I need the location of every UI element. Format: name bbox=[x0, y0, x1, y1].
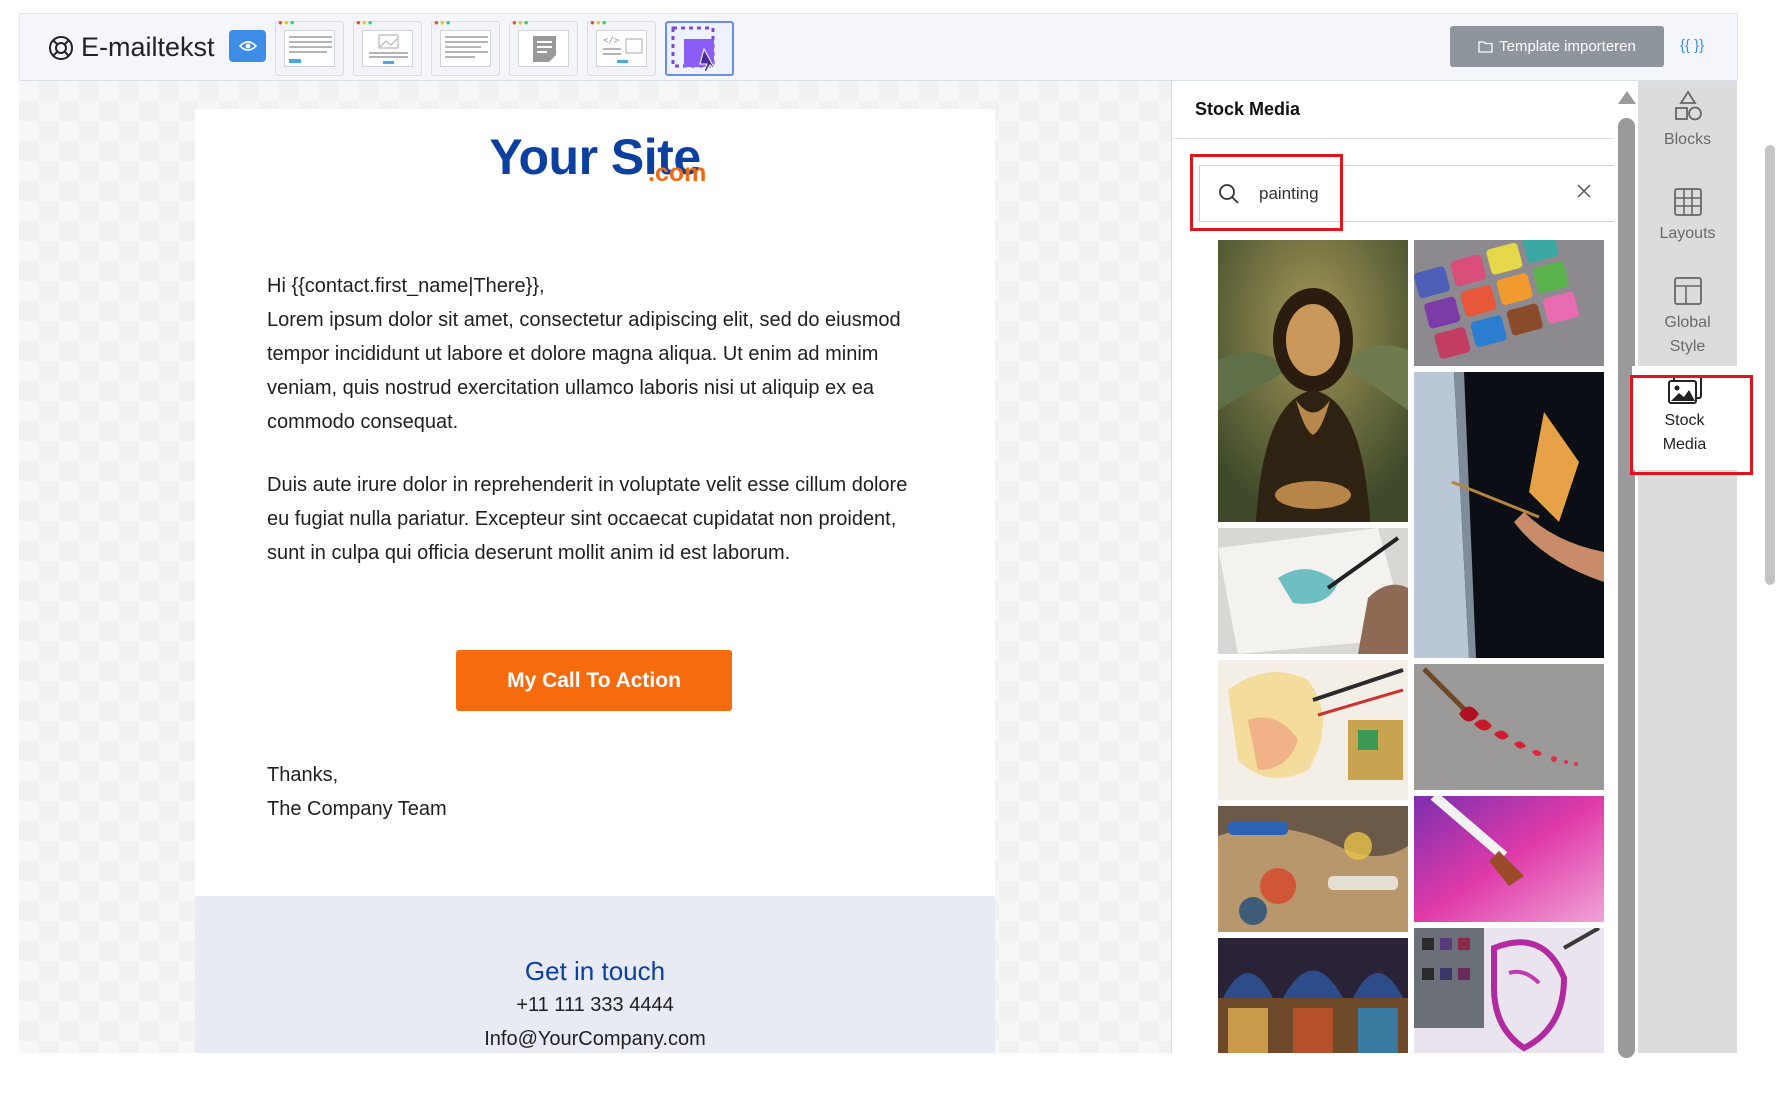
stock-media-highlight-box bbox=[1630, 375, 1753, 475]
folder-icon bbox=[1478, 41, 1493, 53]
mona-lisa-image[interactable] bbox=[1218, 240, 1408, 522]
panel-divider bbox=[1172, 138, 1614, 139]
watercolor-portrait-image[interactable] bbox=[1218, 660, 1408, 800]
email-canvas[interactable]: Your Site .com Hi {{contact.first_name|T… bbox=[19, 81, 1171, 1053]
search-highlight-box bbox=[1190, 154, 1343, 231]
page-scrollbar-thumb[interactable] bbox=[1765, 145, 1775, 585]
site-logo-text: Your Site bbox=[489, 129, 701, 185]
note-template-icon bbox=[533, 36, 556, 62]
purple-portrait-image[interactable] bbox=[1414, 928, 1604, 1053]
site-logo[interactable]: Your Site bbox=[195, 131, 995, 183]
scrollbar-thumb[interactable] bbox=[1618, 118, 1635, 1058]
call-to-action-button[interactable]: My Call To Action bbox=[456, 650, 732, 711]
pink-paint-brush-image[interactable] bbox=[1414, 796, 1604, 922]
toolbar-blocks-label: Blocks bbox=[1663, 131, 1712, 148]
template-image-text[interactable]: ●●● bbox=[353, 19, 422, 76]
artist-canvas-image[interactable] bbox=[1414, 372, 1604, 658]
media-panel-scrollbar[interactable] bbox=[1614, 81, 1638, 1058]
email-body-text[interactable]: Hi {{contact.first_name|There}}, Lorem i… bbox=[267, 269, 927, 599]
app-logo-icon bbox=[49, 36, 73, 60]
app-title: E-mailtekst bbox=[81, 32, 215, 62]
import-template-label: Template importeren bbox=[1499, 38, 1636, 55]
toolbar-layouts[interactable]: Layouts bbox=[1638, 185, 1737, 246]
layout-icon bbox=[1673, 277, 1702, 305]
footer-phone: +11 111 333 4444 bbox=[516, 994, 674, 1016]
toolbar-global-style-line2: Style bbox=[1669, 338, 1706, 355]
site-logo-suffix: .com bbox=[648, 159, 707, 187]
merge-tags-button[interactable]: {{ }} bbox=[1680, 37, 1704, 54]
template-drag-drop[interactable] bbox=[665, 21, 734, 76]
panel-title: Stock Media bbox=[1195, 99, 1301, 119]
stock-media-panel: Stock Media bbox=[1171, 81, 1614, 1053]
close-icon[interactable] bbox=[1576, 183, 1592, 199]
top-bar: E-mailtekst ●●● ●●● ●●● ●●● ●●● </> Temp… bbox=[19, 13, 1738, 81]
image-text-template-icon bbox=[369, 34, 408, 64]
toolbar-blocks[interactable]: Blocks bbox=[1638, 89, 1737, 152]
thanks-text: Thanks, bbox=[267, 764, 339, 786]
footer-email: Info@YourCompany.com bbox=[484, 1028, 706, 1050]
code-image-template-icon: </> bbox=[603, 36, 643, 63]
preview-button[interactable] bbox=[229, 30, 266, 62]
eye-icon bbox=[238, 41, 257, 51]
oil-paint-tubes-image[interactable] bbox=[1218, 806, 1408, 932]
footer-title: Get in touch bbox=[524, 956, 666, 986]
watercolor-palette-image[interactable] bbox=[1414, 240, 1604, 366]
scroll-up-arrow-icon[interactable] bbox=[1618, 91, 1636, 104]
greeting: Hi {{contact.first_name|There}}, bbox=[267, 275, 545, 297]
footer-block[interactable]: Get in touch +11 111 333 4444 Info@YourC… bbox=[195, 896, 995, 1053]
team-text: The Company Team bbox=[267, 798, 447, 820]
paragraph-2: Duis aute irure dolor in reprehenderit i… bbox=[267, 474, 908, 564]
template-text-list[interactable]: ●●● bbox=[431, 19, 500, 76]
template-code-image[interactable]: ●●● </> bbox=[587, 19, 656, 76]
import-template-button[interactable]: Template importeren bbox=[1450, 26, 1664, 67]
text-template-icon bbox=[289, 36, 332, 63]
right-toolbar: Blocks Layouts Global Style Stock Media bbox=[1632, 81, 1737, 1053]
toolbar-global-style-line1: Global bbox=[1664, 314, 1711, 331]
church-fresco-image[interactable] bbox=[1218, 938, 1408, 1053]
template-note[interactable]: ●●● bbox=[509, 19, 578, 76]
text-list-template-icon bbox=[445, 36, 488, 58]
template-text[interactable]: ●●● bbox=[275, 19, 344, 76]
svg-text:</>: </> bbox=[603, 36, 620, 46]
drag-drop-template-icon bbox=[671, 26, 717, 73]
watercolor-hand-image[interactable] bbox=[1218, 528, 1408, 654]
toolbar-global-style[interactable]: Global Style bbox=[1638, 274, 1737, 359]
toolbar-layouts-label: Layouts bbox=[1659, 225, 1716, 242]
paragraph-1: Lorem ipsum dolor sit amet, consectetur … bbox=[267, 309, 901, 433]
shapes-icon bbox=[1674, 90, 1702, 121]
email-content[interactable]: Your Site .com Hi {{contact.first_name|T… bbox=[195, 109, 995, 1053]
signoff[interactable]: Thanks, The Company Team bbox=[267, 758, 447, 826]
grid-icon bbox=[1673, 188, 1702, 216]
red-hearts-image[interactable] bbox=[1414, 664, 1604, 790]
